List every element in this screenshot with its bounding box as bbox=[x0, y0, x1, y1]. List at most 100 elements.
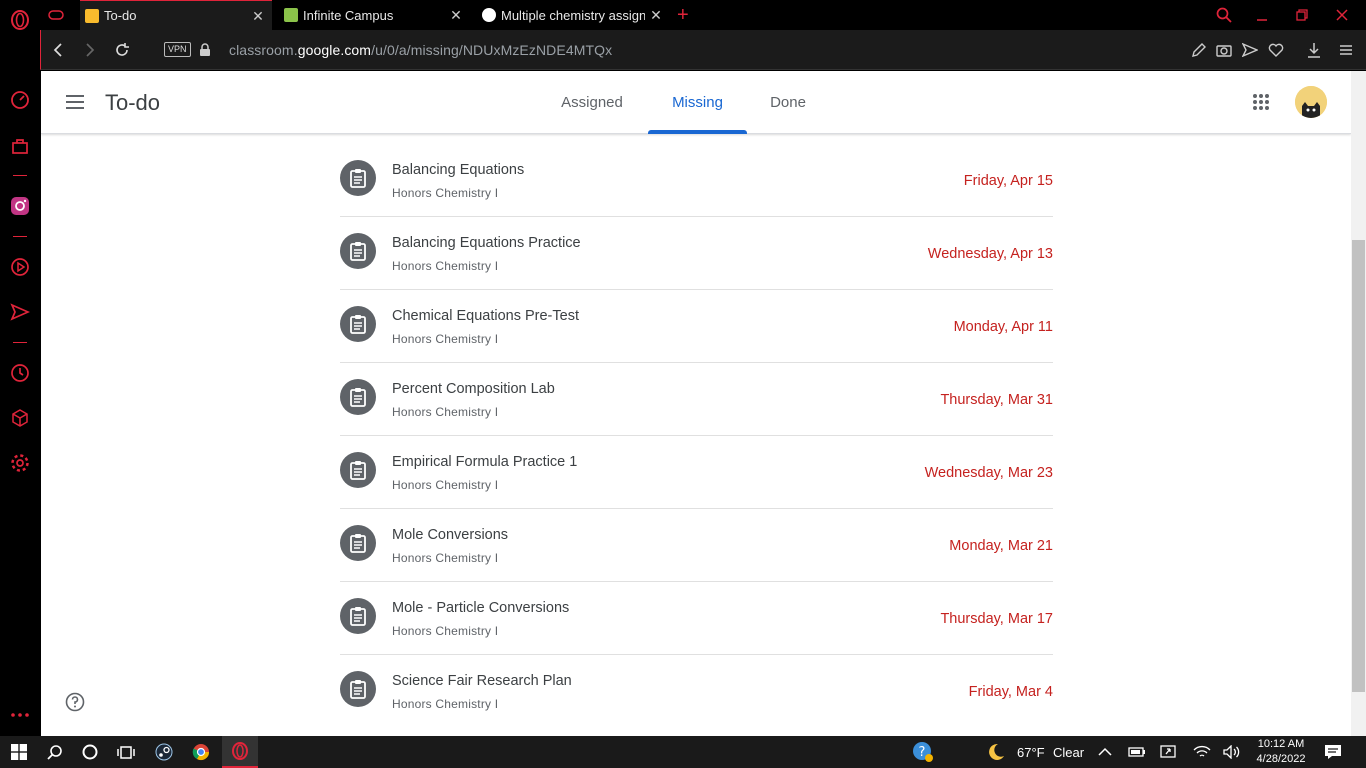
help-icon[interactable] bbox=[65, 692, 85, 712]
weather-condition[interactable]: Clear bbox=[1053, 745, 1084, 760]
scrollbar-thumb[interactable] bbox=[1352, 240, 1365, 692]
steam-icon[interactable] bbox=[153, 742, 175, 762]
openai-favicon bbox=[482, 8, 496, 22]
assignment-icon bbox=[340, 671, 376, 707]
tab-todo[interactable]: To-do ✕ bbox=[80, 0, 272, 30]
tab-label: Done bbox=[770, 94, 806, 111]
tab-label: Multiple chemistry assignm bbox=[501, 7, 645, 23]
tab-infinite-campus[interactable]: Infinite Campus ✕ bbox=[280, 0, 470, 30]
opera-logo-icon[interactable] bbox=[8, 8, 32, 32]
tab-done[interactable]: Done bbox=[759, 71, 817, 134]
list-item[interactable]: Science Fair Research Plan Honors Chemis… bbox=[340, 655, 1053, 728]
close-window-icon[interactable] bbox=[1336, 0, 1356, 30]
assignment-icon bbox=[340, 598, 376, 634]
infinite-campus-favicon bbox=[284, 8, 298, 22]
send-icon[interactable] bbox=[8, 300, 32, 324]
send-to-flow-icon[interactable] bbox=[1241, 41, 1259, 59]
list-item[interactable]: Mole Conversions Honors Chemistry I Mond… bbox=[340, 509, 1053, 582]
tab-label: To-do bbox=[104, 8, 137, 23]
volume-icon[interactable] bbox=[1221, 742, 1243, 762]
help-assistant-icon[interactable]: ? bbox=[912, 742, 934, 762]
chrome-icon[interactable] bbox=[190, 742, 212, 762]
windows-start-icon[interactable] bbox=[8, 742, 30, 762]
assignment-icon bbox=[340, 379, 376, 415]
close-tab-icon[interactable]: ✕ bbox=[250, 8, 266, 24]
weather-moon-icon[interactable] bbox=[985, 742, 1007, 762]
tab-assigned[interactable]: Assigned bbox=[548, 71, 636, 134]
list-item[interactable]: Empirical Formula Practice 1 Honors Chem… bbox=[340, 436, 1053, 509]
screen-record-icon[interactable] bbox=[1158, 742, 1180, 762]
player-icon[interactable] bbox=[8, 255, 32, 279]
browser-tab-bar: To-do ✕ Infinite Campus ✕ Multiple chemi… bbox=[40, 0, 1366, 30]
more-dots-icon[interactable] bbox=[8, 703, 32, 727]
assignment-icon bbox=[340, 233, 376, 269]
account-avatar[interactable] bbox=[1295, 86, 1327, 118]
assignment-title: Balancing Equations bbox=[392, 162, 525, 178]
battery-icon[interactable] bbox=[1126, 742, 1148, 762]
tab-label: Infinite Campus bbox=[303, 7, 394, 23]
shopping-icon[interactable] bbox=[8, 134, 32, 158]
assignment-course: Honors Chemistry I bbox=[392, 332, 499, 346]
assignment-due-date: Friday, Mar 4 bbox=[968, 684, 1053, 700]
restore-window-icon[interactable] bbox=[1296, 0, 1316, 30]
settings-gear-icon[interactable] bbox=[8, 451, 32, 475]
page-title: To-do bbox=[105, 90, 161, 115]
forward-arrow-icon[interactable] bbox=[81, 41, 99, 59]
task-view-icon[interactable] bbox=[115, 742, 137, 762]
tab-chemistry-assignments[interactable]: Multiple chemistry assignm ✕ bbox=[478, 0, 670, 30]
url-field[interactable]: classroom.google.com/u/0/a/missing/NDUxM… bbox=[229, 42, 612, 58]
wifi-icon[interactable] bbox=[1191, 742, 1213, 762]
page-header: To-do Assigned Missing Done bbox=[41, 71, 1351, 134]
list-item[interactable]: Mole - Particle Conversions Honors Chemi… bbox=[340, 582, 1053, 655]
assignment-due-date: Wednesday, Apr 13 bbox=[927, 246, 1053, 262]
list-item[interactable]: Balancing Equations Practice Honors Chem… bbox=[340, 217, 1053, 290]
opera-taskbar-icon[interactable] bbox=[222, 736, 258, 768]
url-path: /u/0/a/missing/NDUxMzEzNDE4MTQx bbox=[371, 42, 613, 58]
download-icon[interactable] bbox=[1305, 41, 1323, 59]
weather-temperature[interactable]: 67°F bbox=[1017, 745, 1045, 760]
new-tab-plus-icon[interactable]: + bbox=[677, 0, 697, 30]
list-item[interactable]: Chemical Equations Pre-Test Honors Chemi… bbox=[340, 290, 1053, 363]
assignment-icon bbox=[340, 452, 376, 488]
opera-sidebar bbox=[0, 0, 40, 736]
url-prefix: classroom. bbox=[229, 42, 298, 58]
extensions-cube-icon[interactable] bbox=[8, 406, 32, 430]
close-tab-icon[interactable]: ✕ bbox=[448, 7, 464, 23]
list-item[interactable]: Balancing Equations Honors Chemistry I F… bbox=[340, 135, 1053, 217]
search-tabs-icon[interactable] bbox=[1216, 0, 1236, 30]
speed-dial-icon[interactable] bbox=[8, 88, 32, 112]
assignment-due-date: Friday, Apr 15 bbox=[963, 173, 1053, 189]
reload-icon[interactable] bbox=[113, 41, 131, 59]
instagram-icon[interactable] bbox=[8, 194, 32, 218]
search-icon[interactable] bbox=[44, 742, 66, 762]
system-clock[interactable]: 10:12 AM 4/28/2022 bbox=[1252, 737, 1310, 767]
vpn-badge[interactable]: VPN bbox=[164, 42, 191, 57]
show-hidden-icons-chevron-icon[interactable] bbox=[1094, 742, 1116, 762]
tab-label: Missing bbox=[672, 94, 723, 111]
assignment-course: Honors Chemistry I bbox=[392, 697, 499, 711]
sidebar-divider bbox=[13, 175, 27, 176]
assignment-course: Honors Chemistry I bbox=[392, 405, 499, 419]
close-tab-icon[interactable]: ✕ bbox=[648, 7, 664, 23]
cortana-icon[interactable] bbox=[79, 742, 101, 762]
back-arrow-icon[interactable] bbox=[49, 41, 67, 59]
assignment-title: Mole - Particle Conversions bbox=[392, 600, 570, 616]
assignment-course: Honors Chemistry I bbox=[392, 259, 499, 273]
easy-setup-icon[interactable] bbox=[1337, 41, 1355, 59]
tab-missing[interactable]: Missing bbox=[648, 71, 747, 134]
assignment-icon bbox=[340, 525, 376, 561]
assignment-due-date: Monday, Apr 11 bbox=[953, 319, 1053, 335]
lock-icon[interactable] bbox=[196, 41, 214, 59]
main-menu-icon[interactable] bbox=[65, 91, 89, 113]
bookmark-heart-icon[interactable] bbox=[1267, 41, 1285, 59]
notifications-icon[interactable] bbox=[1322, 742, 1344, 762]
minimize-window-icon[interactable] bbox=[1256, 0, 1276, 30]
assignment-due-date: Thursday, Mar 31 bbox=[940, 392, 1053, 408]
google-apps-icon[interactable] bbox=[1252, 93, 1270, 111]
list-item[interactable]: Percent Composition Lab Honors Chemistry… bbox=[340, 363, 1053, 436]
edit-icon[interactable] bbox=[1190, 41, 1208, 59]
snapshot-camera-icon[interactable] bbox=[1215, 41, 1233, 59]
gaming-controller-icon[interactable] bbox=[48, 0, 74, 30]
assignment-icon bbox=[340, 306, 376, 342]
history-icon[interactable] bbox=[8, 361, 32, 385]
